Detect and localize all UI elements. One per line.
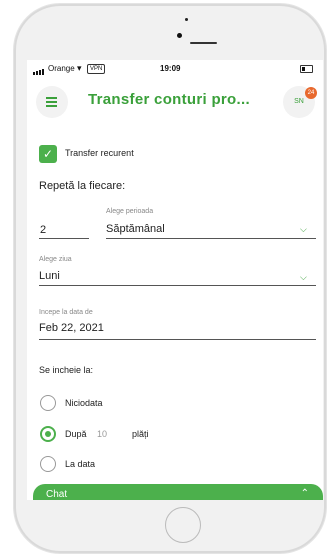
- radio-never[interactable]: [40, 395, 56, 411]
- chat-label: Chat: [46, 489, 68, 500]
- check-icon[interactable]: ✓: [39, 145, 57, 163]
- radio-on-date-label: La data: [65, 459, 96, 469]
- payments-count-input[interactable]: 10: [97, 429, 107, 439]
- radio-never-label: Niciodata: [65, 398, 103, 408]
- chevron-down-icon[interactable]: ⌵: [300, 272, 307, 283]
- signal-icon: [33, 66, 45, 75]
- home-button[interactable]: [165, 507, 201, 543]
- repeat-count-underline: [39, 238, 89, 239]
- recurrent-label: Transfer recurent: [65, 148, 134, 158]
- start-date-underline: [39, 339, 316, 340]
- repeat-heading: Repetă la fiecare:: [39, 180, 126, 192]
- end-heading: Se incheie la:: [39, 365, 94, 375]
- start-date-field[interactable]: Feb 22, 2021: [39, 322, 104, 334]
- chevron-down-icon[interactable]: ⌵: [300, 224, 307, 235]
- chat-bar[interactable]: Chat ⌃: [33, 484, 323, 500]
- app-screen: Orange ▾ VPN 19:09 Transfer conturi pro.…: [27, 60, 323, 500]
- avatar-initials: SN: [294, 98, 304, 105]
- radio-after-label: După: [65, 429, 87, 439]
- period-label: Alege perioada: [106, 208, 154, 215]
- carrier-name: Orange: [48, 64, 75, 73]
- period-underline: [106, 238, 316, 239]
- chevron-up-icon[interactable]: ⌃: [301, 488, 309, 499]
- payments-suffix: plăți: [132, 429, 149, 439]
- day-underline: [39, 285, 316, 286]
- radio-on-date[interactable]: [40, 456, 56, 472]
- repeat-count-input[interactable]: 2: [40, 224, 46, 236]
- status-bar: Orange ▾ VPN 19:09: [27, 60, 323, 80]
- start-date-label: Incepe la data de: [39, 309, 93, 316]
- menu-icon[interactable]: [36, 86, 68, 118]
- app-header: Transfer conturi pro... SN 24: [27, 82, 323, 122]
- avatar[interactable]: SN 24: [283, 86, 317, 118]
- battery-icon: [300, 65, 313, 73]
- radio-after[interactable]: [40, 426, 56, 442]
- vpn-badge: VPN: [87, 64, 106, 74]
- page-title: Transfer conturi pro...: [88, 91, 250, 108]
- sensor-dot: [185, 18, 188, 21]
- day-label: Alege ziua: [39, 256, 72, 263]
- period-select[interactable]: Săptămânal: [106, 223, 165, 235]
- day-select[interactable]: Luni: [39, 270, 60, 282]
- wifi-icon: ▾: [77, 63, 82, 73]
- camera-dot: [177, 33, 182, 38]
- status-time: 19:09: [160, 64, 181, 73]
- notification-badge: 24: [305, 87, 317, 99]
- speaker-grille: [190, 42, 217, 44]
